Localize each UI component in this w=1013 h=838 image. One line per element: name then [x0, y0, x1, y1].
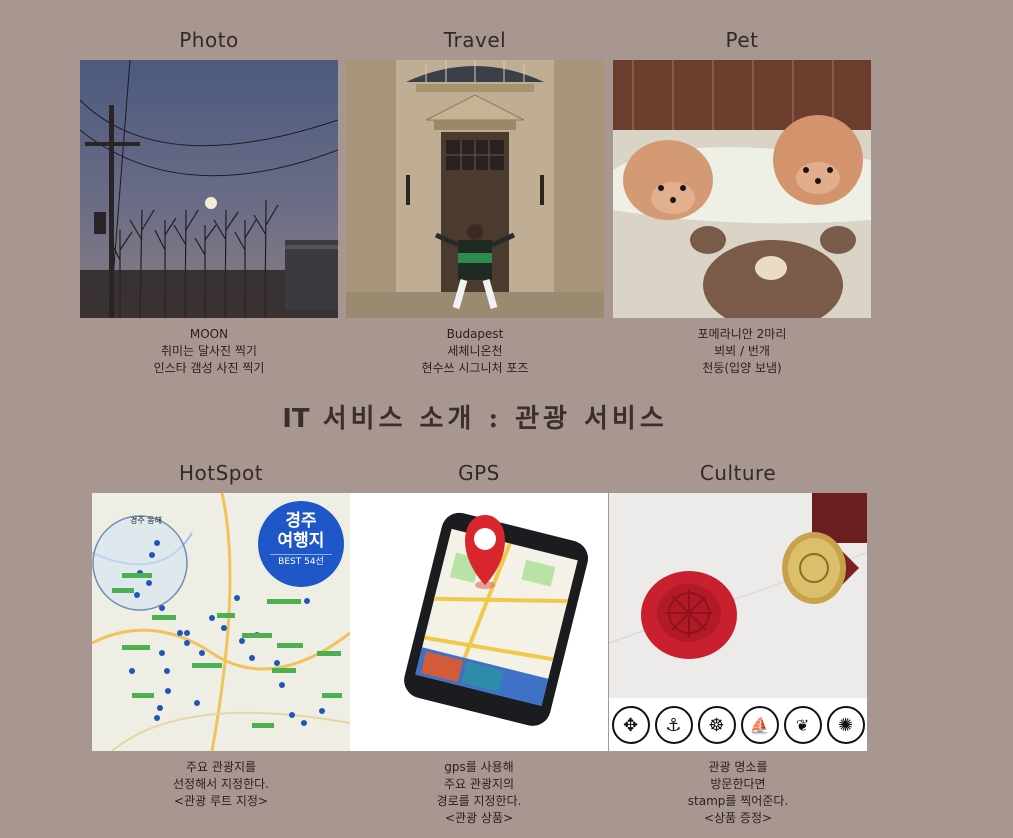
caption-line: 주요 관광지를	[185, 760, 257, 774]
caption-line: 현수쓰 시그니처 포즈	[421, 361, 529, 375]
card-pet: Pet 포메라니안 2마리 뵈뵈 / 번개 천둥(입양 보냄)	[613, 20, 871, 377]
caption-line: 방문한다면	[710, 777, 766, 791]
caption-line: 뵈뵈 / 번개	[714, 344, 770, 358]
card-title: HotSpot	[178, 461, 264, 485]
hotspot-caption: 주요 관광지를 선정해서 지정한다. <관광 루트 지정>	[92, 759, 350, 810]
best-54-badge: 경주 여행지 BEST 54선	[258, 501, 344, 587]
wax-stamp-image: ✥ ⚓ ☸ ⛵ ❦ ✺	[609, 493, 867, 751]
card-travel: Travel Budapest 세체니온천 현수쓰 시그니처 포즈	[346, 20, 604, 377]
card-title: Pet	[725, 28, 759, 52]
caption-line: 선정해서 지정한다.	[173, 777, 269, 791]
caption-line: gps를 사용해	[444, 760, 514, 774]
stamp-icon-row: ✥ ⚓ ☸ ⛵ ❦ ✺	[609, 705, 867, 745]
wheel-stamp-icon: ✺	[826, 706, 865, 744]
helm-wheel-stamp-icon: ☸	[697, 706, 736, 744]
gps-phone-image	[350, 493, 608, 751]
caption-line: 세체니온천	[447, 344, 503, 358]
travel-photo	[346, 60, 604, 318]
card-hotspot: HotSpot 경주 동해 경주 여행지 BEST 54선 주요 관광지를 선정…	[92, 453, 350, 810]
ship-stamp-icon: ⛵	[740, 706, 779, 744]
compass-stamp-icon: ✥	[611, 706, 650, 744]
photo-caption: MOON 취미는 달사진 찍기 인스타 갬성 사진 찍기	[80, 326, 338, 377]
badge-line: BEST 54선	[270, 554, 332, 569]
card-title: Culture	[699, 461, 777, 485]
caption-line: stamp를 찍어준다.	[687, 794, 789, 808]
anchor-stamp-icon: ⚓	[654, 706, 693, 744]
section-title-text: 서비스 소개 : 관광 서비스	[322, 404, 668, 434]
hotspot-map: 경주 동해 경주 여행지 BEST 54선	[92, 493, 350, 751]
caption-line: 인스타 갬성 사진 찍기	[153, 361, 265, 375]
caption-line: 주요 관광지의	[443, 777, 515, 791]
culture-caption: 관광 명소를 방문한다면 stamp를 찍어준다. <상품 증정>	[609, 759, 867, 827]
travel-caption: Budapest 세체니온천 현수쓰 시그니처 포즈	[346, 326, 604, 377]
gps-caption: gps를 사용해 주요 관광지의 경로를 지정한다. <관광 상품>	[350, 759, 608, 827]
map-region-label: 경주 동해	[130, 516, 162, 525]
caption-line: 경로를 지정한다.	[436, 794, 522, 808]
pet-caption: 포메라니안 2마리 뵈뵈 / 번개 천둥(입양 보냄)	[613, 326, 871, 377]
section-title-prefix: IT	[282, 404, 310, 434]
caption-line: <관광 루트 지정>	[174, 794, 268, 808]
card-culture: Culture ✥ ⚓ ☸ ⛵ ❦ ✺ 관광 명소를 방문한다면 stamp를 …	[609, 453, 867, 827]
badge-line: 여행지	[277, 531, 325, 551]
caption-line: 천둥(입양 보냄)	[702, 361, 782, 375]
caption-line: <상품 증정>	[703, 811, 773, 825]
card-title: GPS	[458, 461, 500, 485]
feather-stamp-icon: ❦	[783, 706, 822, 744]
caption-line: 포메라니안 2마리	[697, 327, 787, 341]
caption-line: 취미는 달사진 찍기	[161, 344, 257, 358]
caption-line: MOON	[189, 327, 229, 341]
caption-line: Budapest	[446, 327, 504, 341]
card-photo: Photo MOON 취미는 달사진 찍기 인스타 갬성 사진 찍기	[80, 20, 338, 377]
section-title: IT 서비스 소개 : 관광 서비스	[0, 398, 950, 435]
card-title: Travel	[443, 28, 507, 52]
card-title: Photo	[179, 28, 239, 52]
card-gps: GPS gps를 사용해 주요 관광지의 경로를 지정한다. <관광 상품>	[350, 453, 608, 827]
caption-line: 관광 명소를	[708, 760, 768, 774]
badge-line: 경주	[285, 511, 317, 531]
moon-photo	[80, 60, 338, 318]
pet-photo	[613, 60, 871, 318]
caption-line: <관광 상품>	[444, 811, 514, 825]
